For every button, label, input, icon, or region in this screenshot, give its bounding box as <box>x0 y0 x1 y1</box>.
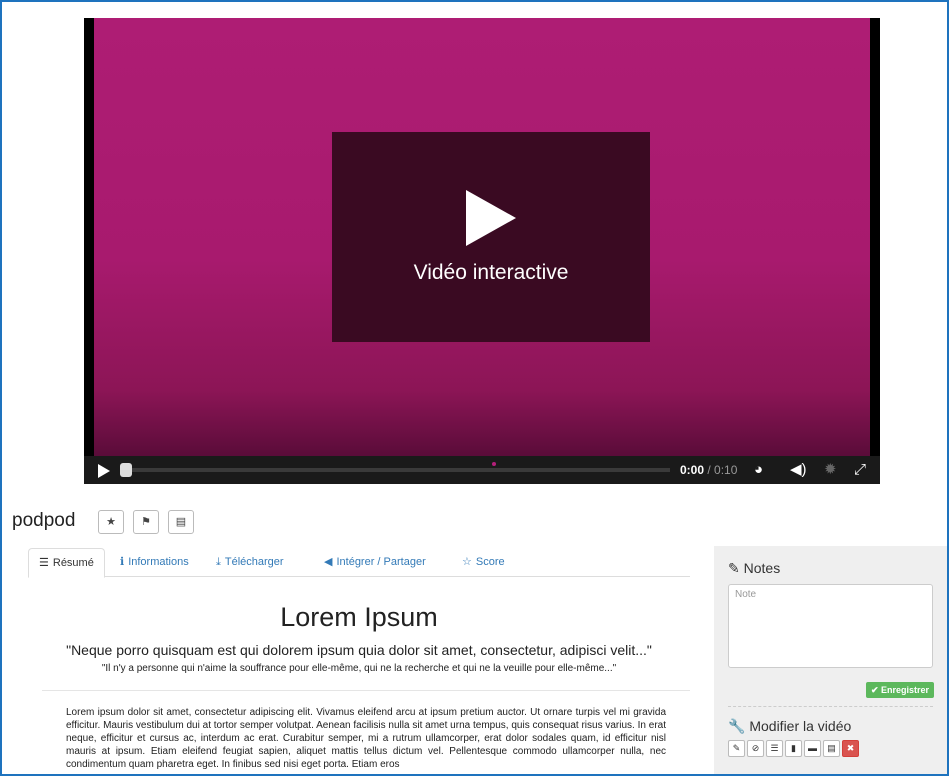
list-icon[interactable]: ☰ <box>766 740 783 757</box>
list-icon: ☰ <box>39 557 49 569</box>
notes-header: ✎ Notes <box>728 560 780 577</box>
progress-bar[interactable] <box>120 462 670 477</box>
dashboard-icon[interactable]: ◕ <box>754 461 763 479</box>
tab-label: Intégrer / Partager <box>336 556 426 568</box>
tab-bar: ☰ Résumé ℹ Informations ⤓ Télécharger ◀ Inté… <box>28 548 690 578</box>
paperclip-icon: ✎ <box>728 560 740 576</box>
volume-icon[interactable]: ◀) <box>790 461 807 479</box>
pencil-icon[interactable]: ✎ <box>728 740 745 757</box>
star-outline-icon: ☆ <box>462 556 472 568</box>
wrench-icon: 🔧 <box>728 718 746 734</box>
info-icon: ℹ <box>120 556 125 568</box>
tab-informations[interactable]: ℹ Informations <box>120 548 189 576</box>
play-overlay[interactable]: Vidéo interactive <box>332 132 650 342</box>
control-bar: 0:00 / 0:10 ◕ ◀) ✹ ⤢ <box>84 456 880 484</box>
tab-resume[interactable]: ☰ Résumé <box>28 548 105 578</box>
time-display: 0:00 / 0:10 <box>680 463 737 477</box>
film-icon[interactable]: ▤ <box>823 740 840 757</box>
video-surface[interactable]: Vidéo interactive <box>94 18 870 456</box>
current-time: 0:00 <box>680 463 705 477</box>
delete-icon[interactable]: ✖ <box>842 740 859 757</box>
video-player[interactable]: Vidéo interactive 0:00 / 0:10 ◕ ◀) ✹ ⤢ <box>84 18 880 484</box>
quote-french: "Il n'y a personne qui n'aime la souffra… <box>101 663 617 674</box>
film-icon[interactable]: ▤ <box>168 510 194 534</box>
edit-header: 🔧 Modifier la vidéo <box>728 718 851 735</box>
tab-label: Résumé <box>52 557 94 569</box>
divider <box>42 690 690 691</box>
video-title: podpod <box>12 510 76 531</box>
fullscreen-icon[interactable]: ⤢ <box>854 461 866 479</box>
content-title: Lorem Ipsum <box>280 602 438 632</box>
divider <box>728 706 933 707</box>
timeline-marker <box>492 462 496 466</box>
body-text: Lorem ipsum dolor sit amet, consectetur … <box>66 707 666 770</box>
tab-label: Télécharger <box>224 556 284 568</box>
file-icon[interactable]: ▮ <box>785 740 802 757</box>
save-button[interactable]: ✔ Enregistrer <box>866 682 934 698</box>
star-icon[interactable]: ★ <box>98 510 124 534</box>
board-icon[interactable]: ▬ <box>804 740 821 757</box>
settings-icon[interactable]: ✹ <box>824 461 837 479</box>
tab-label: Informations <box>128 556 189 568</box>
tab-score[interactable]: ☆ Score <box>462 548 505 576</box>
page-frame: Vidéo interactive 0:00 / 0:10 ◕ ◀) ✹ ⤢ p… <box>0 0 949 776</box>
edit-title: Modifier la vidéo <box>749 718 852 734</box>
big-play-icon[interactable] <box>466 190 516 246</box>
tab-telecharger[interactable]: ⤓ Télécharger <box>216 548 284 576</box>
tab-label: Score <box>475 556 505 568</box>
quote-latin: "Neque porro quisquam est qui dolorem ip… <box>66 642 652 658</box>
tab-integrer-partager[interactable]: ◀ Intégrer / Partager <box>324 548 426 576</box>
scrub-handle[interactable] <box>120 463 132 477</box>
flag-icon[interactable]: ⚑ <box>133 510 159 534</box>
share-icon: ◀ <box>324 556 333 568</box>
download-icon: ⤓ <box>216 556 221 568</box>
overlay-title: Vidéo interactive <box>413 261 569 284</box>
notes-sidebar: ✎ Notes Note ✔ Enregistrer 🔧 Modifier la… <box>714 546 947 774</box>
play-icon[interactable] <box>98 464 110 478</box>
note-textarea[interactable]: Note <box>728 584 933 668</box>
notes-title: Notes <box>743 560 781 576</box>
paperclip-icon[interactable]: ⊘ <box>747 740 764 757</box>
duration: / 0:10 <box>707 463 738 477</box>
